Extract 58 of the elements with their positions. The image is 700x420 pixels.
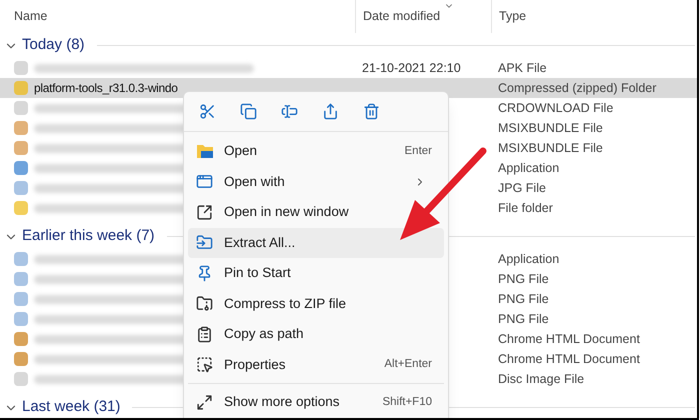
zip-icon xyxy=(196,295,213,312)
folder-icon xyxy=(196,143,214,160)
type-cell: Chrome HTML Document xyxy=(498,352,640,366)
menu-item[interactable]: Extract All... xyxy=(188,228,444,258)
type-cell: MSIXBUNDLE File xyxy=(498,120,603,135)
menu-item-label: Copy as path xyxy=(224,325,305,344)
copy-icon[interactable] xyxy=(240,103,257,120)
extract-icon xyxy=(196,234,213,252)
shortcut-label: Shift+F10 xyxy=(382,394,432,410)
column-header[interactable]: Type xyxy=(499,7,526,26)
type-cell: MSIXBUNDLE File xyxy=(498,140,603,155)
trash-icon[interactable] xyxy=(363,103,380,120)
type-cell: Application xyxy=(498,252,560,266)
type-cell: CRDOWNLOAD File xyxy=(498,100,614,115)
menu-item-label: Pin to Start xyxy=(224,264,292,282)
menu-item[interactable]: Open in new window xyxy=(188,197,444,228)
menu-item[interactable]: Copy as path xyxy=(188,319,444,350)
shortcut-label: Enter xyxy=(404,144,432,159)
column-header[interactable]: Name xyxy=(14,7,48,26)
new-window-icon xyxy=(196,204,213,221)
date-cell: 21-10-2021 22:10 xyxy=(362,60,461,75)
type-cell: PNG File xyxy=(498,312,549,326)
menu-item-label: Open with xyxy=(224,172,286,191)
group-header[interactable]: Last week (31) xyxy=(22,396,120,418)
menu-item[interactable]: Pin to Start xyxy=(188,258,444,288)
rename-icon[interactable] xyxy=(281,103,298,120)
path-icon xyxy=(196,326,213,343)
column-header[interactable]: Date modified xyxy=(363,7,440,26)
menu-item[interactable]: Open Enter xyxy=(188,136,444,166)
type-cell: Compressed (zipped) Folder xyxy=(498,80,656,95)
type-cell: File folder xyxy=(498,200,553,215)
type-cell: PNG File xyxy=(498,292,549,306)
menu-item[interactable]: Compress to ZIP file xyxy=(188,288,444,319)
type-cell: Chrome HTML Document xyxy=(498,332,640,346)
more-options-icon xyxy=(196,394,213,411)
type-cell: PNG File xyxy=(498,272,549,286)
group-header[interactable]: Earlier this week (7) xyxy=(22,225,155,248)
type-cell: JPG File xyxy=(498,180,546,195)
type-cell: APK File xyxy=(498,60,547,75)
menu-item-label: Extract All... xyxy=(224,234,296,252)
menu-item[interactable]: Show more options Shift+F10 xyxy=(188,387,444,418)
scissors-icon[interactable] xyxy=(199,103,216,120)
menu-item[interactable]: Properties Alt+Enter xyxy=(188,350,444,380)
menu-item-label: Open xyxy=(224,142,258,160)
menu-item-label: Properties xyxy=(224,356,287,374)
open-with-icon xyxy=(196,173,213,190)
menu-item-label: Compress to ZIP file xyxy=(224,294,348,313)
menu-item[interactable]: Open with xyxy=(188,166,444,197)
file-name: platform-tools_r31.0.3-windo xyxy=(34,80,178,97)
shortcut-label: Alt+Enter xyxy=(384,357,432,372)
properties-icon xyxy=(196,356,213,374)
group-header[interactable]: Today (8) xyxy=(22,34,85,57)
share-icon[interactable] xyxy=(322,103,339,120)
pin-icon xyxy=(196,264,213,282)
type-cell: Disc Image File xyxy=(498,372,584,386)
menu-item-label: Show more options xyxy=(224,393,341,412)
menu-item-label: Open in new window xyxy=(224,203,350,222)
type-cell: Application xyxy=(498,160,560,175)
